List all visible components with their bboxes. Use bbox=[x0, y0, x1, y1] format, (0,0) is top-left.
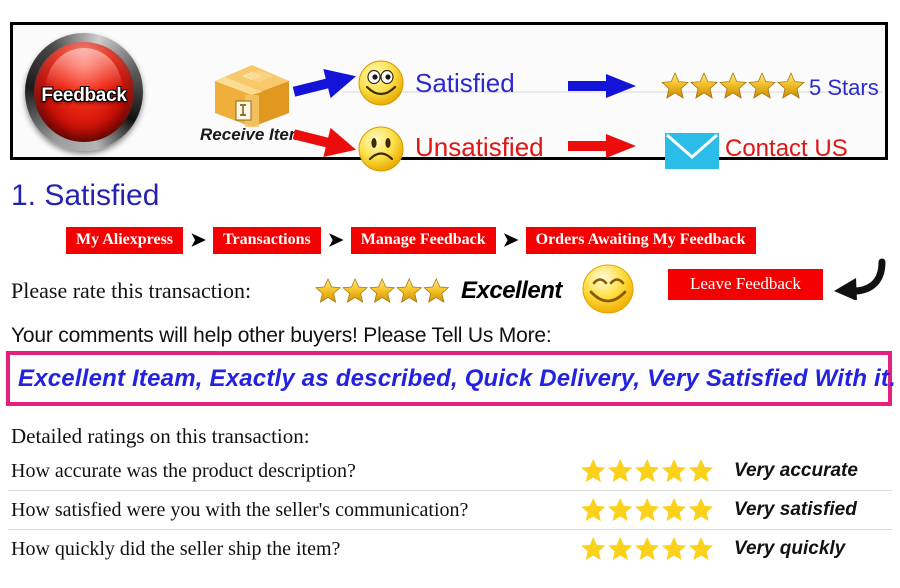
transaction-star-rating[interactable] bbox=[311, 277, 457, 305]
arrow-to-satisfied-icon bbox=[291, 67, 359, 101]
envelope-icon[interactable] bbox=[665, 131, 719, 171]
rating-question: How quickly did the seller ship the item… bbox=[11, 537, 341, 560]
table-row: How accurate was the product description… bbox=[8, 452, 892, 491]
breadcrumb-separator-icon: ➤ bbox=[327, 229, 344, 251]
feedback-flow-banner: Feedback Receive Item Satisfied Unsatisf… bbox=[10, 22, 888, 172]
happy-face-icon bbox=[357, 59, 405, 107]
header-star-rating bbox=[661, 71, 809, 101]
breadcrumb-item-my-aliexpress[interactable]: My Aliexpress bbox=[66, 227, 184, 254]
review-text: Excellent Iteam, Exactly as described, Q… bbox=[18, 364, 896, 392]
arrow-to-unsatisfied-icon bbox=[291, 125, 359, 159]
breadcrumb-item-orders-awaiting-my-feedback[interactable]: Orders Awaiting My Feedback bbox=[525, 227, 756, 254]
feedback-button-label: Feedback bbox=[41, 85, 127, 106]
review-text-box[interactable]: Excellent Iteam, Exactly as described, Q… bbox=[6, 351, 896, 406]
arrow-to-stars-icon bbox=[566, 73, 638, 99]
rating-stars[interactable] bbox=[576, 497, 726, 523]
table-row: How satisfied were you with the seller's… bbox=[8, 491, 892, 530]
smiling-face-icon bbox=[580, 263, 636, 315]
rating-word-label: Excellent bbox=[461, 277, 562, 304]
rating-question: How accurate was the product description… bbox=[11, 459, 356, 482]
feedback-button-gloss bbox=[46, 48, 122, 88]
breadcrumb-item-manage-feedback[interactable]: Manage Feedback bbox=[350, 227, 496, 254]
rating-stars[interactable] bbox=[576, 536, 726, 562]
five-stars-label: 5 Stars bbox=[809, 75, 879, 100]
breadcrumb-separator-icon: ➤ bbox=[502, 229, 519, 251]
rating-answer: Very quickly bbox=[734, 538, 846, 559]
rating-question: How satisfied were you with the seller's… bbox=[11, 498, 469, 521]
detailed-ratings-table: How accurate was the product description… bbox=[8, 452, 892, 568]
breadcrumb-separator-icon: ➤ bbox=[190, 229, 206, 251]
sad-face-icon bbox=[357, 125, 405, 173]
page-root: Feedback Receive Item Satisfied Unsatisf… bbox=[0, 0, 900, 588]
arrow-to-contact-icon bbox=[566, 133, 638, 159]
rating-answer: Very accurate bbox=[734, 460, 858, 481]
breadcrumb-item-transactions[interactable]: Transactions bbox=[213, 227, 321, 254]
table-row: How quickly did the seller ship the item… bbox=[8, 530, 892, 568]
curved-pointer-arrow-icon bbox=[830, 258, 886, 300]
rating-answer: Very satisfied bbox=[734, 499, 857, 520]
breadcrumb: My Aliexpress ➤ Transactions ➤ Manage Fe… bbox=[66, 227, 756, 254]
leave-feedback-button[interactable]: Leave Feedback bbox=[668, 269, 823, 300]
feedback-button[interactable]: Feedback bbox=[25, 33, 143, 151]
contact-us-label[interactable]: Contact US bbox=[725, 135, 848, 163]
satisfied-label: Satisfied bbox=[415, 68, 515, 98]
section-title: 1. Satisfied bbox=[11, 179, 160, 212]
detailed-ratings-title: Detailed ratings on this transaction: bbox=[11, 424, 310, 448]
rating-stars[interactable] bbox=[576, 458, 726, 484]
comments-prompt-label: Your comments will help other buyers! Pl… bbox=[11, 324, 552, 347]
unsatisfied-label: Unsatisfied bbox=[415, 132, 544, 162]
rate-transaction-label: Please rate this transaction: bbox=[11, 278, 252, 303]
